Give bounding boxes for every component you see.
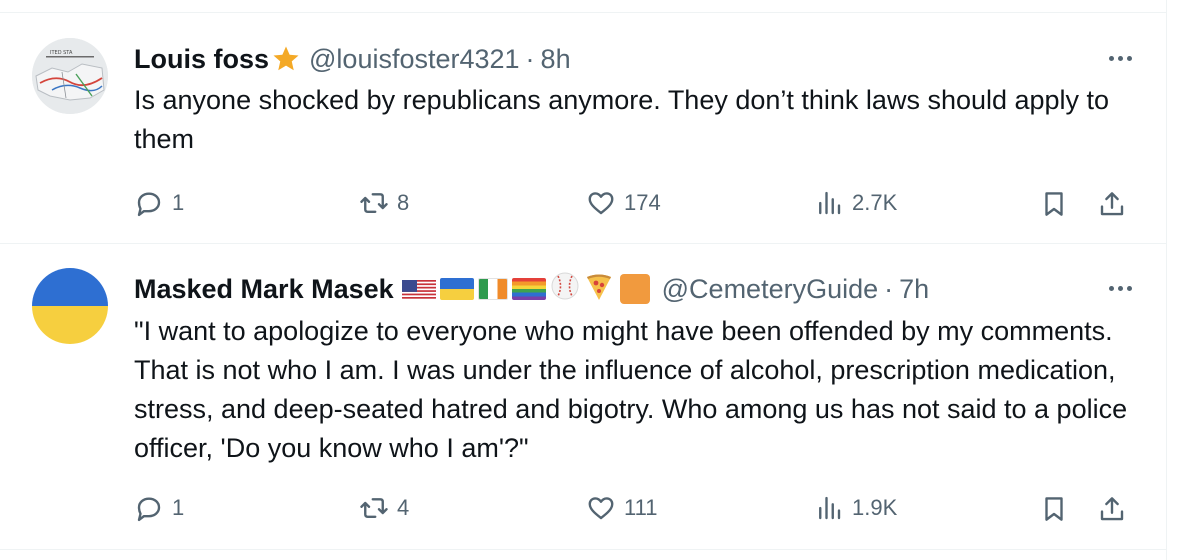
retweet-button[interactable]: 8: [359, 188, 409, 218]
avatar[interactable]: ITED STA: [32, 38, 108, 114]
timeline: ITED STA Louis foss @louisfoster4321 · 8…: [0, 0, 1167, 560]
bookmark-icon: [1045, 192, 1063, 216]
pizza-icon: [584, 271, 614, 308]
ireland-flag-icon: [477, 278, 508, 300]
star-icon: [271, 44, 301, 74]
retweet-button[interactable]: 4: [359, 493, 409, 523]
map-avatar-image: ITED STA: [32, 38, 108, 114]
rainbow-flag-icon: [511, 278, 546, 300]
handle[interactable]: @CemeteryGuide: [662, 274, 879, 305]
reply-icon: [137, 497, 161, 522]
reply-button[interactable]: 1: [134, 493, 184, 523]
bookmark-button[interactable]: [1038, 188, 1070, 220]
reply-count: 1: [172, 190, 185, 215]
heart-icon: [588, 192, 614, 215]
heart-icon: [588, 497, 614, 520]
avatar[interactable]: [32, 268, 108, 344]
retweet-count: 8: [397, 190, 410, 215]
avatar-map-label: ITED STA: [50, 50, 73, 56]
tweet-text: Is anyone shocked by republicans anymore…: [134, 85, 1110, 154]
bookmark-icon: [1045, 497, 1063, 521]
views-button[interactable]: 1.9K: [814, 493, 897, 523]
share-button[interactable]: [1096, 188, 1128, 220]
views-count: 1.9K: [852, 495, 898, 520]
tweet[interactable]: Masked Mark Masek @CemeteryGuide · 7h "I…: [0, 244, 1166, 550]
tweet-text: "I want to apologize to everyone who mig…: [134, 316, 1128, 463]
separator-dot: ·: [884, 273, 894, 304]
more-options-icon[interactable]: [1100, 43, 1140, 73]
reply-count: 1: [172, 495, 185, 520]
share-icon: [1100, 497, 1124, 521]
tweet-actions: 1 4 111 1.9K: [134, 493, 1136, 529]
retweet-count: 4: [397, 495, 410, 520]
like-count: 174: [624, 190, 661, 215]
views-button[interactable]: 2.7K: [814, 188, 897, 218]
views-count: 2.7K: [852, 190, 898, 215]
bookmark-button[interactable]: [1038, 493, 1070, 525]
like-button[interactable]: 111: [586, 493, 657, 523]
tweet-header: Masked Mark Masek @CemeteryGuide · 7h: [134, 271, 1126, 307]
ukraine-flag-icon: [439, 278, 474, 300]
views-icon: [819, 191, 841, 215]
tweet-header: Louis foss @louisfoster4321 · 8h: [134, 41, 1126, 77]
timestamp[interactable]: 8h: [541, 44, 571, 75]
share-icon: [1100, 192, 1124, 216]
reply-icon: [137, 192, 161, 217]
like-count: 111: [624, 495, 658, 520]
reply-button[interactable]: 1: [134, 188, 184, 218]
retweet-icon: [360, 193, 388, 213]
display-name[interactable]: Louis foss: [134, 44, 269, 75]
tweet[interactable]: ITED STA Louis foss @louisfoster4321 · 8…: [0, 13, 1166, 244]
handle[interactable]: @louisfoster4321: [309, 44, 520, 75]
retweet-icon: [360, 498, 388, 518]
orange-square-icon: [619, 274, 650, 304]
more-options-icon[interactable]: [1100, 273, 1140, 303]
tweet-actions: 1 8 174 2.7K: [134, 188, 1136, 224]
share-button[interactable]: [1096, 493, 1128, 525]
baseball-icon: [550, 271, 580, 308]
separator-dot: ·: [525, 43, 535, 74]
us-flag-icon: [401, 278, 436, 300]
views-icon: [819, 496, 841, 520]
timestamp[interactable]: 7h: [899, 274, 929, 305]
like-button[interactable]: 174: [586, 188, 661, 218]
display-name[interactable]: Masked Mark Masek: [134, 274, 394, 305]
